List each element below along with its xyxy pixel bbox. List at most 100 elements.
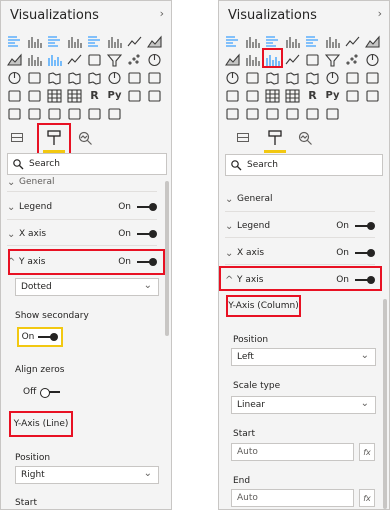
area-visual-icon[interactable] — [364, 33, 381, 50]
map-visual-icon[interactable] — [264, 69, 281, 86]
x-axis-toggle[interactable] — [355, 249, 375, 257]
pie-visual-icon[interactable] — [146, 51, 163, 68]
card-general[interactable]: ⌄ General — [225, 191, 375, 207]
line-style-dropdown[interactable]: Dotted ⌄ — [15, 278, 159, 296]
position-dropdown[interactable]: Right ⌄ — [15, 466, 159, 484]
more-visuals-visual-icon[interactable] — [324, 105, 341, 122]
line-visual-icon[interactable] — [126, 33, 143, 50]
slicer-visual-icon[interactable] — [244, 87, 261, 104]
table-visual-icon[interactable] — [264, 87, 281, 104]
more-visuals-visual-icon[interactable] — [106, 105, 123, 122]
matrix-visual-icon[interactable] — [66, 87, 83, 104]
decomposition-tree-visual-icon[interactable] — [364, 87, 381, 104]
fields-tab[interactable] — [6, 125, 28, 151]
card-visual-icon[interactable] — [126, 69, 143, 86]
funnel-visual-icon[interactable] — [106, 51, 123, 68]
search-box[interactable]: Search — [7, 153, 167, 175]
key-influencers-visual-icon[interactable] — [126, 87, 143, 104]
card-x-axis[interactable]: ⌄ X axis On — [7, 226, 157, 242]
fields-tab[interactable] — [232, 125, 254, 151]
clustered-column-visual-icon[interactable] — [284, 33, 301, 50]
python-visual-visual-icon[interactable]: Py — [106, 87, 123, 104]
stacked-area-visual-icon[interactable] — [6, 51, 23, 68]
pie-visual-icon[interactable] — [364, 51, 381, 68]
scrollbar[interactable] — [383, 299, 387, 509]
100-bar-visual-icon[interactable] — [86, 33, 103, 50]
decomposition-tree-visual-icon[interactable] — [146, 87, 163, 104]
r-visual-visual-icon[interactable]: R — [304, 87, 321, 104]
ribbon-visual-icon[interactable] — [284, 51, 301, 68]
filled-map-visual-icon[interactable] — [284, 69, 301, 86]
key-influencers-visual-icon[interactable] — [344, 87, 361, 104]
x-axis-toggle[interactable] — [137, 230, 157, 238]
line-clustered-column-visual-icon[interactable] — [26, 51, 43, 68]
format-tab[interactable] — [264, 125, 286, 153]
card-x-axis[interactable]: ⌄ X axis On — [225, 245, 375, 261]
shape-map-visual-icon[interactable] — [86, 69, 103, 86]
card-legend[interactable]: ⌄ Legend On — [225, 218, 375, 234]
end-input[interactable]: Auto — [231, 489, 354, 507]
conditional-format-fx-button[interactable]: fx — [359, 443, 375, 461]
python-visual-visual-icon[interactable]: Py — [324, 87, 341, 104]
show-secondary-toggle[interactable]: On — [17, 327, 63, 347]
paginated-visual-icon[interactable] — [264, 105, 281, 122]
align-zeros-toggle[interactable]: Off — [23, 387, 61, 398]
power-automate-visual-icon[interactable] — [86, 105, 103, 122]
collapse-chevron-icon[interactable]: › — [160, 7, 164, 20]
100-column-visual-icon[interactable] — [324, 33, 341, 50]
100-bar-visual-icon[interactable] — [304, 33, 321, 50]
shape-map-visual-icon[interactable] — [304, 69, 321, 86]
qa-visual-icon[interactable] — [6, 105, 23, 122]
scrollbar[interactable] — [165, 181, 169, 336]
gauge-visual-icon[interactable] — [106, 69, 123, 86]
waterfall-visual-icon[interactable] — [304, 51, 321, 68]
search-box[interactable]: Search — [225, 154, 383, 176]
funnel-visual-icon[interactable] — [324, 51, 341, 68]
donut-visual-icon[interactable] — [224, 69, 241, 86]
clustered-column-visual-icon[interactable] — [66, 33, 83, 50]
r-visual-visual-icon[interactable]: R — [86, 87, 103, 104]
treemap-visual-icon[interactable] — [244, 69, 261, 86]
power-apps-visual-icon[interactable] — [66, 105, 83, 122]
card-legend[interactable]: ⌄ Legend On — [7, 199, 157, 215]
stacked-area-visual-icon[interactable] — [224, 51, 241, 68]
position-dropdown[interactable]: Left ⌄ — [231, 348, 376, 366]
slicer-visual-icon[interactable] — [26, 87, 43, 104]
clustered-bar-visual-icon[interactable] — [46, 33, 63, 50]
scatter-visual-icon[interactable] — [126, 51, 143, 68]
scale-type-dropdown[interactable]: Linear ⌄ — [231, 396, 376, 414]
start-input[interactable]: Auto — [231, 443, 354, 461]
donut-visual-icon[interactable] — [6, 69, 23, 86]
stacked-column-visual-icon[interactable] — [26, 33, 43, 50]
legend-toggle[interactable] — [137, 203, 157, 211]
analytics-tab[interactable] — [74, 125, 96, 151]
narrative-visual-icon[interactable] — [26, 105, 43, 122]
collapse-chevron-icon[interactable]: › — [378, 7, 382, 20]
kpi-visual-icon[interactable] — [224, 87, 241, 104]
line-visual-icon[interactable] — [344, 33, 361, 50]
map-visual-icon[interactable] — [46, 69, 63, 86]
area-visual-icon[interactable] — [146, 33, 163, 50]
legend-toggle[interactable] — [355, 222, 375, 230]
stacked-column-visual-icon[interactable] — [244, 33, 261, 50]
qa-visual-icon[interactable] — [224, 105, 241, 122]
multi-row-card-visual-icon[interactable] — [146, 69, 163, 86]
treemap-visual-icon[interactable] — [26, 69, 43, 86]
waterfall-visual-icon[interactable] — [86, 51, 103, 68]
stacked-bar-visual-icon[interactable] — [6, 33, 23, 50]
matrix-visual-icon[interactable] — [284, 87, 301, 104]
scatter-visual-icon[interactable] — [344, 51, 361, 68]
table-visual-icon[interactable] — [46, 87, 63, 104]
multi-row-card-visual-icon[interactable] — [364, 69, 381, 86]
power-automate-visual-icon[interactable] — [304, 105, 321, 122]
line-stacked-column-visual-icon[interactable] — [46, 51, 63, 68]
conditional-format-fx-button[interactable]: fx — [359, 489, 375, 507]
kpi-visual-icon[interactable] — [6, 87, 23, 104]
narrative-visual-icon[interactable] — [244, 105, 261, 122]
card-general[interactable]: ⌄ General — [7, 177, 157, 187]
line-clustered-column-visual-icon[interactable] — [244, 51, 261, 68]
gauge-visual-icon[interactable] — [324, 69, 341, 86]
stacked-bar-visual-icon[interactable] — [224, 33, 241, 50]
power-apps-visual-icon[interactable] — [284, 105, 301, 122]
100-column-visual-icon[interactable] — [106, 33, 123, 50]
